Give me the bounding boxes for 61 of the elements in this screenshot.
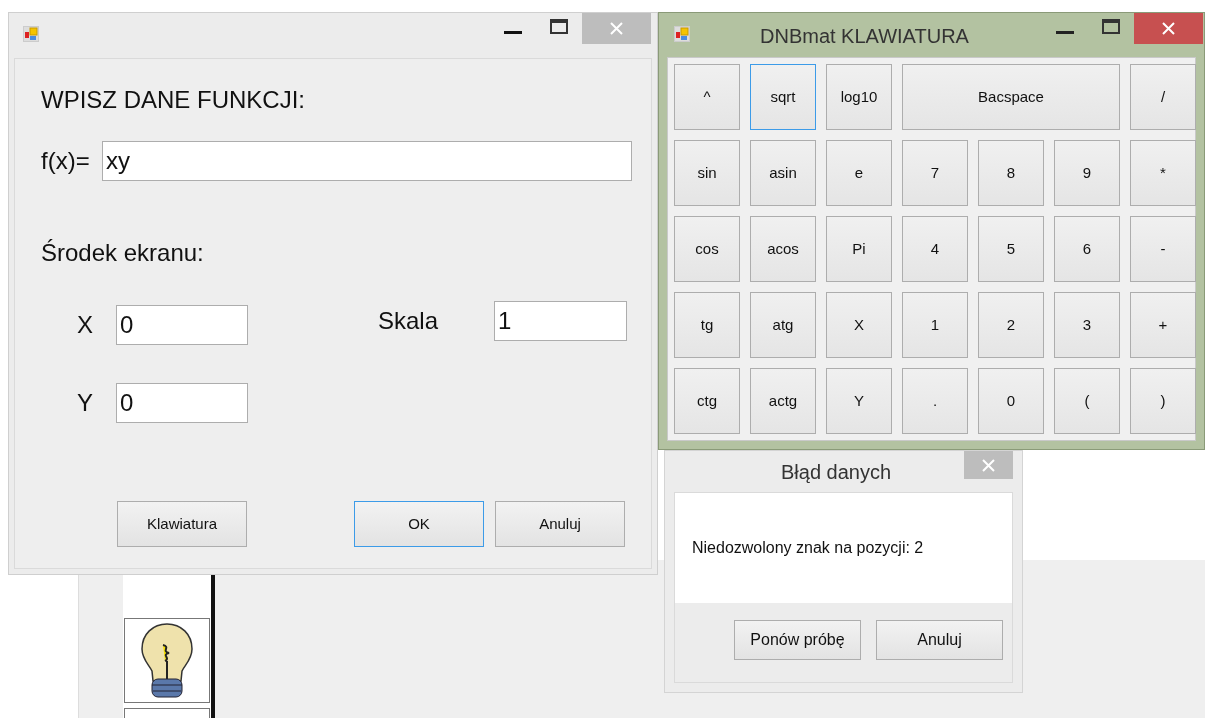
function-input[interactable]: xy — [102, 141, 632, 181]
maximize-icon[interactable] — [1102, 19, 1120, 34]
text-input[interactable]: 0 — [116, 305, 248, 345]
field-label: Skala — [378, 307, 439, 335]
keyboard-key[interactable]: 4 — [902, 216, 968, 282]
keyboard-key[interactable]: 3 — [1054, 292, 1120, 358]
keyboard-key[interactable]: ( — [1054, 368, 1120, 434]
keyboard-key[interactable]: cos — [674, 216, 740, 282]
tool-tile[interactable] — [124, 618, 210, 703]
keyboard-key[interactable]: e — [826, 140, 892, 206]
keyboard-key[interactable]: actg — [750, 368, 816, 434]
keyboard-key[interactable]: ) — [1130, 368, 1196, 434]
keyboard-key[interactable]: Pi — [826, 216, 892, 282]
keyboard-key[interactable]: sin — [674, 140, 740, 206]
close-button[interactable] — [1134, 13, 1203, 44]
keyboard-key[interactable]: 1 — [902, 292, 968, 358]
text-input[interactable]: 0 — [116, 383, 248, 423]
keyboard-key[interactable]: 9 — [1054, 140, 1120, 206]
keyboard-key[interactable]: 0 — [978, 368, 1044, 434]
keyboard-key[interactable]: 6 — [1054, 216, 1120, 282]
keyboard-key[interactable]: - — [1130, 216, 1196, 282]
dialog-button[interactable]: Ponów próbę — [734, 620, 861, 660]
keyboard-key[interactable]: * — [1130, 140, 1196, 206]
keyboard-key[interactable]: Y — [826, 368, 892, 434]
dialog-button[interactable]: Klawiatura — [117, 501, 247, 547]
keyboard-key[interactable]: asin — [750, 140, 816, 206]
error-message: Niedozwolony znak na pozycji: 2 — [692, 538, 924, 558]
form-heading: WPISZ DANE FUNKCJI: — [41, 86, 305, 114]
keyboard-key[interactable]: Bacspace — [902, 64, 1120, 130]
keyboard-key[interactable]: / — [1130, 64, 1196, 130]
field-label: X — [77, 311, 93, 339]
dialog-button[interactable]: OK — [354, 501, 484, 547]
field-label: f(x)= — [41, 147, 91, 175]
window-title: DNBmat KLAWIATURA — [760, 24, 969, 49]
app-icon — [23, 26, 39, 42]
keyboard-key[interactable]: + — [1130, 292, 1196, 358]
keyboard-key[interactable]: 7 — [902, 140, 968, 206]
dialog-title: Błąd danych — [781, 460, 892, 485]
keyboard-key[interactable]: acos — [750, 216, 816, 282]
keyboard-key[interactable]: 2 — [978, 292, 1044, 358]
keyboard-key[interactable]: atg — [750, 292, 816, 358]
keyboard-key[interactable]: log10 — [826, 64, 892, 130]
maximize-icon[interactable] — [550, 19, 568, 34]
dialog-button[interactable]: Anuluj — [876, 620, 1003, 660]
text-input[interactable]: 1 — [494, 301, 627, 341]
field-label: Y — [77, 389, 93, 417]
keyboard-key[interactable]: tg — [674, 292, 740, 358]
keyboard-key[interactable]: sqrt — [750, 64, 816, 130]
section-label: Środek ekranu: — [41, 238, 204, 268]
app-icon — [674, 26, 690, 42]
lightbulb-icon — [141, 622, 193, 699]
keyboard-key[interactable]: . — [902, 368, 968, 434]
keyboard-key[interactable]: ctg — [674, 368, 740, 434]
close-icon — [1162, 22, 1175, 35]
close-icon — [610, 22, 623, 35]
dialog-button[interactable]: Anuluj — [495, 501, 625, 547]
keyboard-key[interactable]: X — [826, 292, 892, 358]
keyboard-key[interactable]: 5 — [978, 216, 1044, 282]
keyboard-key[interactable]: 8 — [978, 140, 1044, 206]
keyboard-key[interactable]: ^ — [674, 64, 740, 130]
close-icon — [982, 458, 995, 472]
